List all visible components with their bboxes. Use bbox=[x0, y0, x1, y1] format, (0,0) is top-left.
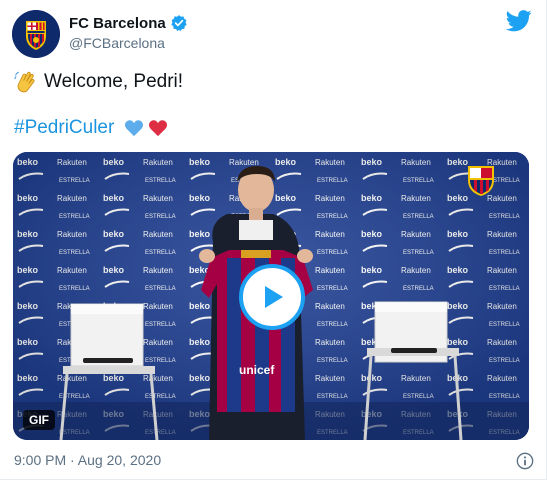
avatar[interactable] bbox=[12, 10, 60, 58]
hashtag-line: #PedriCuler bbox=[14, 117, 168, 139]
waving-hand-icon bbox=[14, 71, 35, 93]
tweet-text-line: Welcome, Pedri! bbox=[14, 70, 183, 94]
red-heart-icon bbox=[149, 120, 168, 137]
twitter-bird-icon[interactable] bbox=[506, 10, 532, 32]
author-name-row: FC Barcelona bbox=[69, 14, 188, 32]
tweet-timestamp[interactable]: 9:00 PM · Aug 20, 2020 bbox=[14, 452, 161, 468]
display-name[interactable]: FC Barcelona bbox=[69, 15, 166, 32]
gif-badge: GIF bbox=[23, 410, 55, 430]
svg-text:unicef: unicef bbox=[239, 363, 275, 377]
tweet-card: FC Barcelona @FCBarcelona Welcome, Pedri… bbox=[0, 0, 547, 480]
play-button[interactable] bbox=[239, 264, 305, 330]
author-handle[interactable]: @FCBarcelona bbox=[69, 35, 165, 51]
verified-badge-icon bbox=[171, 15, 187, 32]
blue-heart-icon bbox=[125, 120, 144, 137]
club-crest-icon bbox=[12, 10, 60, 58]
media-gif[interactable]: beko Rakuten ESTRELLA bbox=[13, 152, 529, 440]
play-icon bbox=[265, 286, 283, 308]
tweet-text: Welcome, Pedri! bbox=[44, 71, 184, 92]
info-icon[interactable] bbox=[516, 452, 534, 470]
hashtag-link[interactable]: #PedriCuler bbox=[14, 117, 114, 139]
